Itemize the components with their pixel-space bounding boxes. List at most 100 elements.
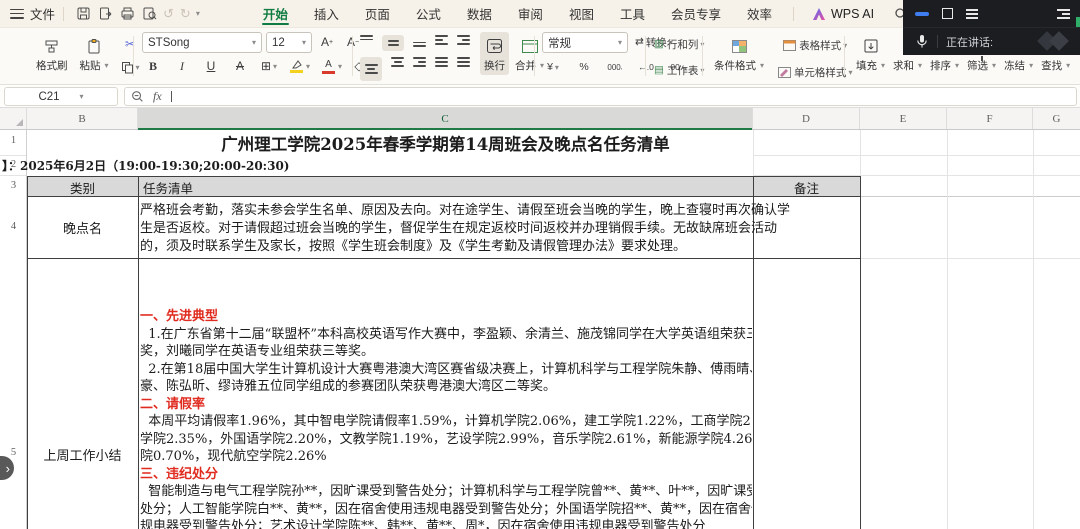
member-list-icon[interactable] bbox=[966, 9, 978, 19]
print-preview-icon[interactable] bbox=[138, 4, 160, 24]
number-format-select[interactable]: 常规▾ bbox=[542, 32, 628, 53]
cell-text-line: 处分；人工智能学院白**、黄**，因在宿舍使用违规电器受到警告处分；外国语学院招… bbox=[140, 501, 752, 519]
attendance-category-cell[interactable]: 晚点名 bbox=[27, 197, 138, 258]
cell-text-line: 1.在广东省第十二届“联盟杯”本科高校英语写作大赛中，李盈颖、余清兰、施茂锦同学… bbox=[140, 326, 752, 344]
menu-tab[interactable]: 会员专享 bbox=[658, 0, 734, 27]
thousand-separator-icon[interactable]: 000, bbox=[604, 57, 626, 77]
align-left-icon[interactable] bbox=[360, 57, 382, 81]
microphone-icon[interactable] bbox=[916, 34, 928, 49]
summary-tasks-cell[interactable]: 一、先进典型 1.在广东省第十二届“联盟杯”本科高校英语写作大赛中，李盈颖、余清… bbox=[140, 259, 752, 529]
font-color-button[interactable]: A▾ bbox=[319, 56, 344, 76]
menu-tab[interactable]: 公式 bbox=[403, 0, 454, 27]
column-header-b[interactable]: B bbox=[27, 108, 138, 129]
wrap-text-button[interactable]: 换行 bbox=[480, 32, 509, 75]
cell-text-line: 奖，刘曦同学在英语专业组荣获三等奖。 bbox=[140, 343, 752, 361]
column-header-c[interactable]: C bbox=[138, 108, 753, 129]
file-menu[interactable]: 文件 bbox=[30, 4, 55, 23]
table-style-button[interactable]: 表格样式▾ bbox=[776, 35, 854, 55]
cut-icon[interactable]: ✂ bbox=[119, 34, 142, 54]
active-cell-reference: C21 bbox=[38, 91, 59, 103]
column-header-d[interactable]: D bbox=[753, 108, 860, 129]
underline-button[interactable]: U bbox=[200, 56, 222, 76]
header-remark-cell[interactable]: 备注 bbox=[753, 178, 860, 197]
menu-tab[interactable]: 视图 bbox=[556, 0, 607, 27]
fill-icon bbox=[863, 34, 879, 58]
date-line-cell[interactable]: 】：2025年6月2日（19:00-19:30;20:00-20:30) bbox=[2, 157, 289, 174]
paste-button[interactable]: 粘贴▾ bbox=[76, 32, 113, 75]
currency-icon[interactable]: ¥▾ bbox=[542, 57, 564, 77]
undo-icon[interactable]: ↺ bbox=[160, 6, 177, 22]
column-header-g[interactable]: G bbox=[1033, 108, 1080, 129]
menu-tab[interactable]: 工具 bbox=[607, 0, 658, 27]
formula-input[interactable]: fx bbox=[124, 87, 1077, 106]
copy-icon[interactable]: ▾ bbox=[119, 57, 142, 77]
minimize-icon[interactable] bbox=[915, 12, 929, 16]
column-header-f[interactable]: F bbox=[947, 108, 1033, 129]
bold-button[interactable]: B bbox=[142, 56, 164, 76]
format-painter-icon bbox=[43, 34, 60, 58]
name-box[interactable]: C21▾ bbox=[4, 87, 118, 106]
header-tasks-cell[interactable]: 任务清单 bbox=[143, 178, 193, 197]
row-header-3[interactable]: 3 bbox=[0, 180, 27, 191]
print-icon[interactable] bbox=[116, 4, 138, 24]
cell-text-line: 院0.70%，现代航空学院2.26% bbox=[140, 448, 752, 466]
menu-tab[interactable]: 审阅 bbox=[505, 0, 556, 27]
fill-color-button[interactable]: ▾ bbox=[287, 56, 312, 76]
quick-access-dropdown-icon[interactable]: ▾ bbox=[196, 9, 200, 18]
attendance-tasks-cell[interactable]: 严格班会考勤，落实未参会学生名单、原因及去向。对在途学生、请假至班会当晚的学生，… bbox=[140, 202, 752, 256]
header-category-cell[interactable]: 类别 bbox=[27, 178, 138, 197]
rows-columns-button[interactable]: ▥ 行和列▾ bbox=[652, 34, 706, 54]
summary-category-cell[interactable]: 上周工作小结 bbox=[27, 445, 138, 464]
menu-tab[interactable]: 页面 bbox=[352, 0, 403, 27]
format-painter-button[interactable]: 格式刷 bbox=[32, 32, 72, 75]
sheet-title-cell[interactable]: 广州理工学院2025年春季学期第14周班会及晚点名任务清单 bbox=[138, 131, 753, 155]
fill-button[interactable]: 填充▾ bbox=[852, 32, 889, 75]
cell-text-line: 严格班会考勤，落实未参会学生名单、原因及去向。对在途学生、请假至班会当晚的学生，… bbox=[140, 202, 752, 220]
save-icon[interactable] bbox=[72, 4, 94, 24]
ribbon-tabs: 开始插入页面公式数据审阅视图工具会员专享效率 bbox=[250, 0, 785, 27]
row-header-4[interactable]: 4 bbox=[0, 221, 27, 232]
wps-ai-button[interactable]: WPS AI bbox=[802, 7, 884, 21]
sheet-grid: 1 2 3 4 5 广州理工学院2025年春季学期第14周班会及晚点名任务清单 … bbox=[0, 130, 1080, 529]
align-center-icon[interactable] bbox=[391, 57, 404, 81]
align-top-icon[interactable] bbox=[360, 35, 373, 47]
formula-bar: C21▾ fx bbox=[0, 85, 1080, 108]
column-header-e[interactable]: E bbox=[860, 108, 947, 129]
cell-text-line: 的，须及时联系学生及家长，按照《学生班会制度》及《学生考勤及请假管理办法》要求处… bbox=[140, 238, 752, 256]
justify-icon[interactable] bbox=[435, 57, 448, 81]
output-as-icon[interactable] bbox=[94, 4, 116, 24]
panel-toggle-icon[interactable] bbox=[1057, 9, 1070, 19]
hamburger-menu-icon[interactable] bbox=[10, 9, 24, 19]
align-middle-icon[interactable] bbox=[382, 35, 404, 51]
worksheet-button[interactable]: ▤ 工作表▾ bbox=[652, 60, 706, 80]
divider bbox=[793, 7, 794, 21]
menu-tab[interactable]: 插入 bbox=[301, 0, 352, 27]
font-name-select[interactable]: STSong▾ bbox=[142, 32, 262, 53]
decrease-indent-icon[interactable] bbox=[435, 35, 448, 51]
conditional-format-button[interactable]: 条件格式▾ bbox=[710, 32, 768, 75]
font-size-select[interactable]: 12▾ bbox=[266, 32, 312, 53]
italic-button[interactable]: I bbox=[171, 56, 193, 76]
fx-icon[interactable]: fx bbox=[153, 89, 162, 104]
cell-text-line: 学院2.35%，外国语学院2.20%，文教学院1.19%，艺设学院2.99%，音… bbox=[140, 431, 752, 449]
cell-text-line: 规电器受到警告处分；艺术设计学院陈**、韩**、黄**、周*，因在宿舍使用违规电… bbox=[140, 518, 752, 529]
menu-tab[interactable]: 数据 bbox=[454, 0, 505, 27]
restore-window-icon[interactable] bbox=[942, 8, 953, 19]
conditional-format-icon bbox=[732, 34, 747, 58]
percent-icon[interactable]: % bbox=[573, 57, 595, 77]
cell-text-line: 本周平均请假率1.96%，其中智电学院请假率1.59%，计算机学院2.06%，建… bbox=[140, 413, 752, 431]
align-right-icon[interactable] bbox=[413, 57, 426, 81]
borders-button[interactable]: ⊞▾ bbox=[258, 56, 280, 76]
select-all-corner[interactable] bbox=[0, 108, 27, 129]
strikethrough-button[interactable]: A bbox=[229, 56, 251, 76]
cell-style-icon bbox=[778, 67, 791, 78]
cell-style-button[interactable]: 单元格样式▾ bbox=[776, 62, 854, 82]
distributed-icon[interactable] bbox=[457, 57, 470, 81]
align-bottom-icon[interactable] bbox=[413, 35, 426, 47]
menu-tab[interactable]: 开始 bbox=[250, 0, 301, 27]
redo-icon[interactable]: ↻ bbox=[177, 6, 194, 22]
increase-font-icon[interactable]: A+ bbox=[316, 32, 338, 52]
menu-tab[interactable]: 效率 bbox=[734, 0, 785, 27]
increase-indent-icon[interactable] bbox=[457, 35, 470, 51]
row-header-1[interactable]: 1 bbox=[0, 135, 27, 146]
